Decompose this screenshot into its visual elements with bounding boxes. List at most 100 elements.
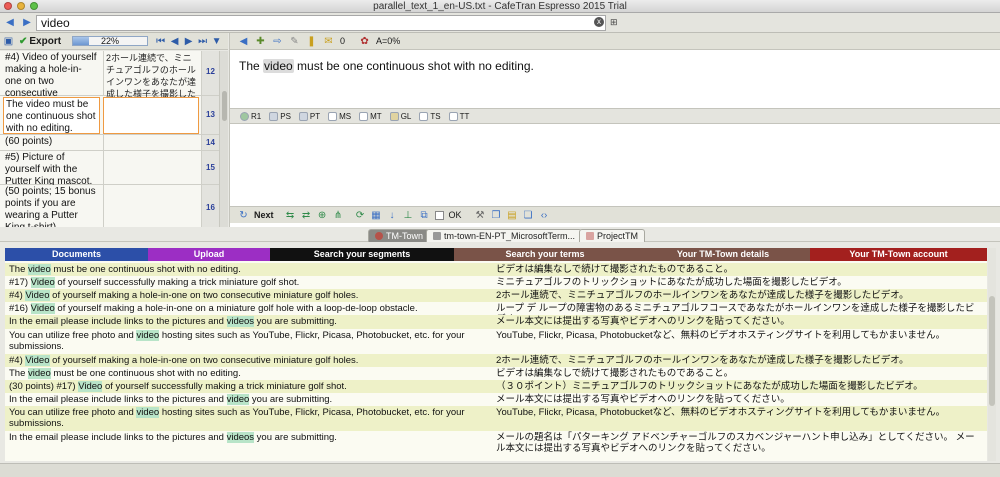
mt-item-gl[interactable]: GL: [389, 111, 411, 121]
pin-icon[interactable]: ⊥: [403, 210, 414, 221]
nav-search-terms[interactable]: Search your terms: [454, 248, 636, 261]
note-icon[interactable]: ✉: [323, 36, 334, 47]
chevron-left-icon[interactable]: ◀: [3, 16, 17, 30]
source-segment-text[interactable]: The video must be one continuous shot wi…: [239, 59, 534, 73]
tm-result-source: The video must be one continuous shot wi…: [5, 367, 492, 380]
tab-tm-town[interactable]: TM-Town: [368, 229, 431, 242]
tm-result-row[interactable]: You can utilize free photo and video hos…: [5, 406, 987, 431]
keyword-highlight: Video: [30, 277, 55, 288]
tm-result-row[interactable]: In the email please include links to the…: [5, 393, 987, 406]
segment-source[interactable]: #4) Video of yourself making a hole-in-o…: [3, 51, 100, 111]
segment-target[interactable]: [103, 151, 199, 184]
merge-icon[interactable]: ⊕: [317, 210, 328, 221]
segment-source[interactable]: The video must be one continuous shot wi…: [3, 97, 100, 134]
nav-documents[interactable]: Documents: [5, 248, 148, 261]
mt-item-ps[interactable]: PS: [269, 111, 291, 121]
nav-upload[interactable]: Upload: [148, 248, 270, 261]
match-threshold[interactable]: A=0%: [376, 36, 400, 46]
segment-target[interactable]: 2ホール連続で、ミニチュアゴルフのホールインワンをあなたが達成した様子を撮影した…: [103, 51, 199, 111]
source-text: (30 points) #17): [9, 381, 79, 392]
split-icon[interactable]: ⋔: [333, 210, 344, 221]
mt-item-ms[interactable]: MS: [328, 111, 352, 121]
mt-item-tt[interactable]: TT: [448, 111, 469, 121]
scrollbar-thumb[interactable]: [989, 296, 995, 406]
nav-tm-town-details[interactable]: Your TM-Town details: [636, 248, 810, 261]
ok-checkbox[interactable]: [434, 210, 444, 220]
segment-row[interactable]: #4) Video of yourself making a hole-in-o…: [0, 51, 219, 111]
tm-panel-scrollbar[interactable]: [988, 248, 996, 461]
transfer-icon[interactable]: ⇆: [285, 210, 296, 221]
close-window-button[interactable]: [4, 2, 12, 10]
last-segment-icon[interactable]: ⏭: [197, 36, 208, 47]
tm-result-row[interactable]: The video must be one continuous shot wi…: [5, 263, 987, 276]
layers-icon[interactable]: ⧉: [419, 210, 430, 221]
target-segment-editor[interactable]: [230, 124, 1000, 204]
refresh-icon[interactable]: ⟳: [355, 210, 366, 221]
tools-icon[interactable]: ⚒: [475, 210, 486, 221]
mt-item-pt[interactable]: PT: [298, 111, 320, 121]
binoculars-icon[interactable]: ⊞: [610, 17, 620, 27]
copy-icon[interactable]: ❐: [491, 210, 502, 221]
source-text-after: must be one continuous shot with no edit…: [293, 59, 534, 73]
segment-target[interactable]: [103, 185, 199, 227]
mt-item-r1[interactable]: R1: [240, 111, 261, 121]
segment-target[interactable]: [103, 97, 199, 134]
insert-icon[interactable]: ✚: [255, 36, 266, 47]
segment-source[interactable]: #5) Picture of yourself with the Putter …: [3, 151, 100, 187]
clear-search-icon[interactable]: x: [594, 17, 604, 27]
cut-icon[interactable]: ❏: [523, 210, 534, 221]
segment-source[interactable]: (60 points): [3, 135, 100, 150]
settings-icon[interactable]: ✿: [359, 36, 370, 47]
table-icon[interactable]: ▦: [371, 210, 382, 221]
chevron-right-icon[interactable]: ▶: [20, 16, 34, 30]
tab-tm-town-en-pt[interactable]: tm-town-EN-PT_MicrosoftTerm...: [426, 229, 583, 242]
segment-grid-scrollbar[interactable]: [219, 51, 228, 227]
paste-icon[interactable]: ▤: [507, 210, 518, 221]
tm-result-source: In the email please include links to the…: [5, 431, 492, 456]
window-title: parallel_text_1_en-US.txt - CafeTran Esp…: [373, 1, 627, 12]
segment-row[interactable]: #5) Picture of yourself with the Putter …: [0, 151, 219, 187]
swap-icon[interactable]: ⇄: [301, 210, 312, 221]
search-input[interactable]: [36, 15, 606, 31]
code-icon[interactable]: ‹›: [539, 210, 550, 221]
tm-result-row[interactable]: #4) Video of yourself making a hole-in-o…: [5, 289, 987, 302]
tm-result-row[interactable]: #17) Video of yourself successfully maki…: [5, 276, 987, 289]
tm-result-source: You can utilize free photo and video hos…: [5, 406, 492, 431]
filter-icon[interactable]: ▼: [211, 36, 222, 47]
tm-result-row[interactable]: You can utilize free photo and video hos…: [5, 329, 987, 354]
tag-icon[interactable]: ❚: [306, 36, 317, 47]
tm-result-row[interactable]: The video must be one continuous shot wi…: [5, 367, 987, 380]
mt-label: MS: [339, 111, 352, 121]
next-segment-icon[interactable]: ▶: [183, 36, 194, 47]
download-icon[interactable]: ↓: [387, 210, 398, 221]
minimize-window-button[interactable]: [17, 2, 25, 10]
segment-target[interactable]: [103, 135, 199, 150]
nav-tm-town-account[interactable]: Your TM-Town account: [810, 248, 987, 261]
back-icon[interactable]: ◀: [238, 36, 249, 47]
first-segment-icon[interactable]: ⏮: [155, 36, 166, 47]
mt-item-ts[interactable]: TS: [419, 111, 441, 121]
segment-row[interactable]: (60 points) 14: [0, 135, 219, 151]
mt-item-mt[interactable]: MT: [359, 111, 382, 121]
nav-search-segments[interactable]: Search your segments: [270, 248, 454, 261]
copy-source-icon[interactable]: ⇨: [272, 36, 283, 47]
tm-result-row[interactable]: In the email please include links to the…: [5, 315, 987, 329]
next-button[interactable]: Next: [254, 210, 274, 220]
keyword-highlight: videos: [226, 316, 255, 327]
segment-row-active[interactable]: The video must be one continuous shot wi…: [0, 96, 219, 135]
segment-source[interactable]: (50 points; 15 bonus points if you are w…: [3, 185, 100, 227]
tm-result-row[interactable]: (30 points) #17) Video of yourself succe…: [5, 380, 987, 393]
segment-row[interactable]: (50 points; 15 bonus points if you are w…: [0, 185, 219, 227]
scrollbar-thumb[interactable]: [222, 91, 227, 121]
tm-result-row[interactable]: In the email please include links to the…: [5, 431, 987, 456]
save-icon[interactable]: ▣: [3, 36, 14, 47]
previous-segment-icon[interactable]: ◀: [169, 36, 180, 47]
tm-result-row[interactable]: #4) Video of yourself making a hole-in-o…: [5, 354, 987, 367]
maximize-window-button[interactable]: [30, 2, 38, 10]
source-search-highlight: video: [263, 59, 294, 73]
tm-result-row[interactable]: #16) Video of yourself making a hole-in-…: [5, 302, 987, 325]
editor-pane: ◀ ✚ ⇨ ✎ ❚ ✉ 0 ✿ A=0% The video must be o…: [229, 33, 1000, 227]
eraser-icon[interactable]: ✎: [289, 36, 300, 47]
tab-project-tm[interactable]: ProjectTM: [579, 229, 646, 242]
export-button[interactable]: ✔ Export: [19, 36, 61, 47]
